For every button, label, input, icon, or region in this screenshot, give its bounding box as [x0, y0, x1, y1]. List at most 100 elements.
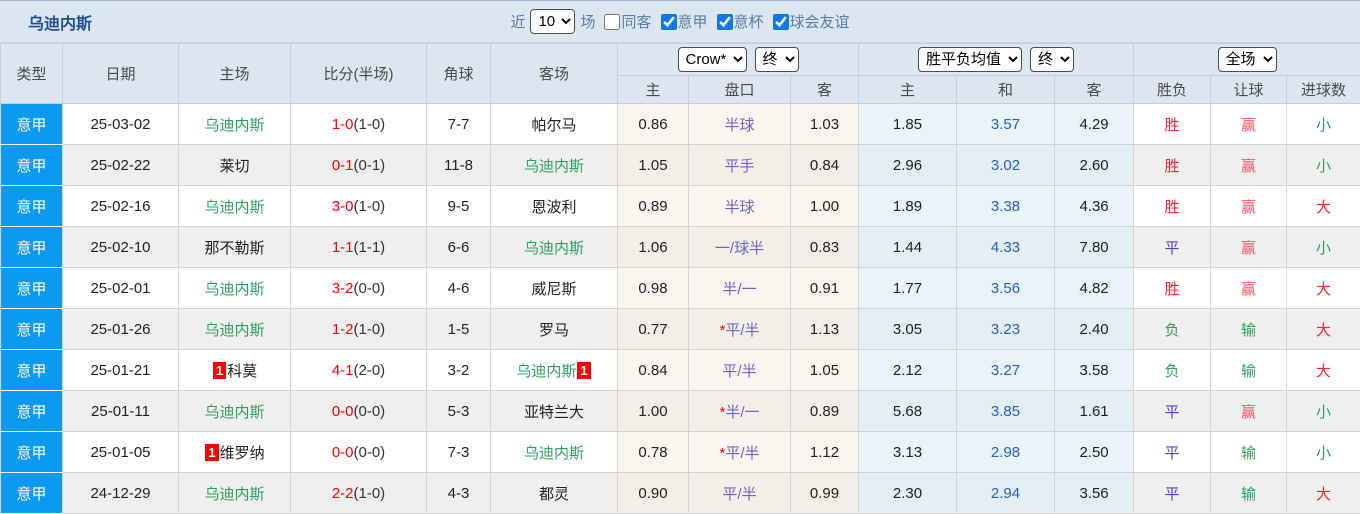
odds-away: 0.99: [791, 473, 859, 514]
handicap-line: 平/半: [689, 350, 791, 391]
col-header-home: 主场: [179, 44, 291, 104]
corner-count: 4-6: [427, 268, 491, 309]
home-team-cell: 莱切: [179, 145, 291, 186]
league-type: 意甲: [1, 104, 63, 145]
score-cell: 2-2(1-0): [291, 473, 427, 514]
filter-italy-cup-checkbox[interactable]: [717, 14, 733, 30]
home-team-cell: 乌迪内斯: [179, 391, 291, 432]
away-team-cell: 都灵: [491, 473, 618, 514]
topbar: 乌迪内斯 近 10 场 同客 意甲 意杯 球会友谊: [0, 1, 1360, 43]
subheader-handicap-result: 让球: [1211, 76, 1287, 104]
match-date: 25-01-21: [63, 350, 179, 391]
corner-count: 6-6: [427, 227, 491, 268]
subheader-avg-draw: 和: [957, 76, 1055, 104]
corner-count: 7-3: [427, 432, 491, 473]
team-name: 罗马: [539, 322, 569, 339]
avg-away-odds: 3.58: [1055, 350, 1134, 391]
goals-indicator: 小: [1287, 432, 1360, 473]
avg-home-odds: 5.68: [859, 391, 957, 432]
handicap-line: *平/半: [689, 309, 791, 350]
avg-draw-odds: 3.27: [957, 350, 1055, 391]
away-team-cell: 罗马: [491, 309, 618, 350]
avg-draw-odds: 3.38: [957, 186, 1055, 227]
scope-select[interactable]: 全场: [1218, 47, 1277, 72]
match-rows: 意甲25-03-02乌迪内斯1-0(1-0)7-7帕尔马0.86半球1.031.…: [1, 104, 1360, 514]
filter-serie-a-checkbox[interactable]: [661, 14, 677, 30]
filter-friendly-checkbox[interactable]: [773, 14, 789, 30]
average-odds-select[interactable]: 胜平负均值: [918, 47, 1022, 72]
avg-draw-odds: 3.02: [957, 145, 1055, 186]
team-name: 恩波利: [531, 199, 576, 216]
result-indicator: 平: [1134, 432, 1211, 473]
corner-count: 3-2: [427, 350, 491, 391]
match-date: 25-02-01: [63, 268, 179, 309]
col-header-score: 比分(半场): [291, 44, 427, 104]
score-cell: 1-1(1-1): [291, 227, 427, 268]
average-state-select[interactable]: 终: [1030, 47, 1074, 72]
away-team-cell: 亚特兰大: [491, 391, 618, 432]
team-name: 莱切: [219, 158, 249, 175]
table-row: 意甲24-12-29乌迪内斯2-2(1-0)4-3都灵0.90平/半0.992.…: [1, 473, 1360, 514]
home-team-cell: 1维罗纳: [179, 432, 291, 473]
corner-count: 5-3: [427, 391, 491, 432]
home-team-cell: 乌迪内斯: [179, 309, 291, 350]
away-team-cell: 乌迪内斯: [491, 145, 618, 186]
bookmaker-state-select[interactable]: 终: [755, 47, 799, 72]
fulltime-score: 1-0: [332, 116, 354, 133]
table-row: 意甲25-03-02乌迪内斯1-0(1-0)7-7帕尔马0.86半球1.031.…: [1, 104, 1360, 145]
handicap-line: 半/一: [689, 268, 791, 309]
result-indicator: 胜: [1134, 145, 1211, 186]
halftime-score: (2-0): [354, 362, 386, 379]
team-name: 亚特兰大: [524, 404, 584, 421]
avg-away-odds: 1.61: [1055, 391, 1134, 432]
subheader-avg-home: 主: [859, 76, 957, 104]
result-indicator: 胜: [1134, 268, 1211, 309]
handicap-line: 一/球半: [689, 227, 791, 268]
score-cell: 0-1(0-1): [291, 145, 427, 186]
table-row: 意甲25-01-211科莫4-1(2-0)3-2乌迪内斯10.84平/半1.05…: [1, 350, 1360, 391]
subheader-avg-away: 客: [1055, 76, 1134, 104]
handicap-line: 平/半: [689, 473, 791, 514]
avg-home-odds: 2.12: [859, 350, 957, 391]
avg-draw-odds: 3.23: [957, 309, 1055, 350]
handicap-result-indicator: 赢: [1211, 227, 1287, 268]
team-name: 都灵: [539, 486, 569, 503]
bookmaker-select[interactable]: Crow*: [678, 47, 747, 72]
bookmaker-odds-group: Crow* 终: [618, 44, 859, 76]
fulltime-score: 3-0: [332, 198, 354, 215]
handicap-result-indicator: 赢: [1211, 391, 1287, 432]
table-row: 意甲25-01-11乌迪内斯0-0(0-0)5-3亚特兰大1.00*半/一0.8…: [1, 391, 1360, 432]
halftime-score: (1-0): [354, 116, 386, 133]
score-cell: 1-2(1-0): [291, 309, 427, 350]
filter-friendly-label: 球会友谊: [790, 11, 850, 32]
fulltime-score: 2-2: [332, 485, 354, 502]
odds-away: 0.89: [791, 391, 859, 432]
avg-draw-odds: 3.57: [957, 104, 1055, 145]
avg-home-odds: 2.30: [859, 473, 957, 514]
team-name: 乌迪内斯: [524, 445, 584, 462]
handicap-line: 平手: [689, 145, 791, 186]
match-history-widget: 乌迪内斯 近 10 场 同客 意甲 意杯 球会友谊: [0, 0, 1360, 514]
recent-count-select[interactable]: 10: [530, 9, 575, 34]
handicap-result-indicator: 输: [1211, 432, 1287, 473]
handicap-text: 半/一: [725, 404, 759, 421]
handicap-text: 半/一: [722, 281, 756, 298]
table-row: 意甲25-02-10那不勒斯1-1(1-1)6-6乌迪内斯1.06一/球半0.8…: [1, 227, 1360, 268]
handicap-text: 平/半: [725, 322, 759, 339]
away-team-cell: 帕尔马: [491, 104, 618, 145]
odds-home: 0.89: [618, 186, 689, 227]
corner-count: 11-8: [427, 145, 491, 186]
odds-home: 0.90: [618, 473, 689, 514]
handicap-text: 平/半: [725, 445, 759, 462]
table-row: 意甲25-01-051维罗纳0-0(0-0)7-3乌迪内斯0.78*平/半1.1…: [1, 432, 1360, 473]
average-odds-group: 胜平负均值 终: [859, 44, 1134, 76]
result-indicator: 平: [1134, 391, 1211, 432]
handicap-line: *半/一: [689, 391, 791, 432]
same-away-checkbox[interactable]: [604, 14, 620, 30]
subheader-odds-away: 客: [791, 76, 859, 104]
team-name: 威尼斯: [531, 281, 576, 298]
handicap-result-indicator: 赢: [1211, 186, 1287, 227]
corner-count: 9-5: [427, 186, 491, 227]
team-name: 乌迪内斯: [204, 281, 264, 298]
odds-home: 0.98: [618, 268, 689, 309]
